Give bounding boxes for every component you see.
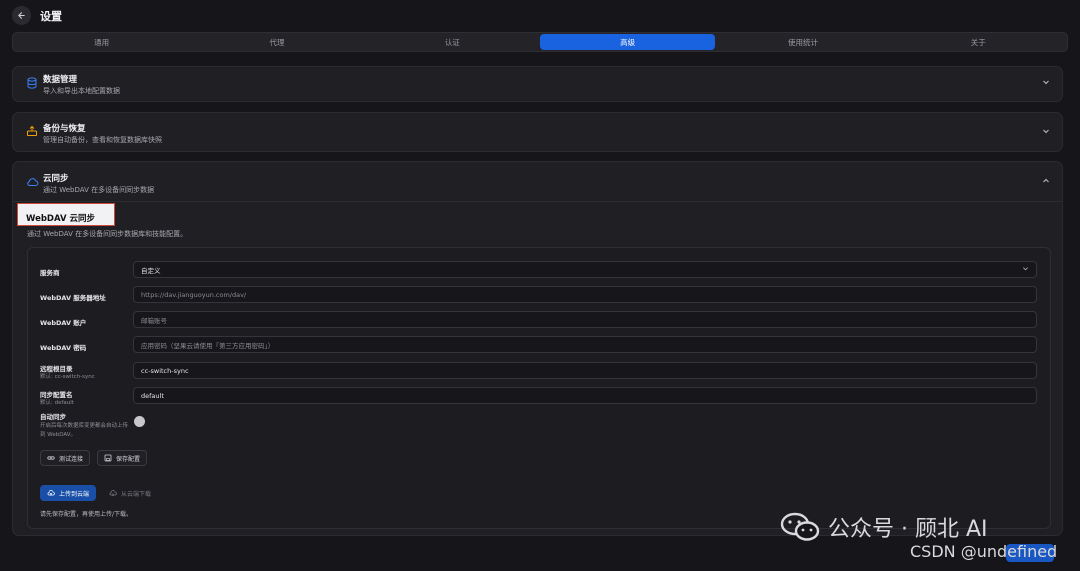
wechat-watermark-text: 公众号 · 顾北 AI xyxy=(828,517,988,542)
auto-sync-toggle[interactable] xyxy=(134,416,145,427)
chevron-down-icon[interactable] xyxy=(1042,127,1050,137)
wechat-icon xyxy=(780,512,820,541)
section-data-management[interactable]: 数据管理 导入和导出本地配置数据 xyxy=(12,66,1063,102)
database-icon xyxy=(25,76,39,90)
cloud-icon xyxy=(25,175,39,189)
auto-sync-label: 自动同步 xyxy=(40,413,66,421)
section-title: 云同步 xyxy=(43,174,69,184)
backup-icon xyxy=(25,124,39,138)
header: 设置 xyxy=(0,0,1080,30)
section-cloud-sync: 云同步 通过 WebDAV 在多设备间同步数据 WebDAV 云同步 通过 We… xyxy=(12,161,1063,536)
link-icon xyxy=(47,456,55,460)
auto-sync-desc-line1: 开启后每次数据库变更都会自动上传 xyxy=(40,423,129,429)
webdav-form: 服务商 自定义 WebDAV 服务器地址 https://dav.jianguo… xyxy=(27,247,1051,529)
account-label: WebDAV 账户 xyxy=(40,319,87,327)
chevron-down-icon xyxy=(1022,265,1029,274)
chevron-up-icon[interactable] xyxy=(1042,177,1050,187)
password-input[interactable]: 应用密码（坚果云请使用「第三方应用密码」） xyxy=(133,336,1037,353)
tab-usage-stats[interactable]: 使用统计 xyxy=(715,34,890,50)
back-button[interactable] xyxy=(12,6,31,25)
section-header[interactable]: 云同步 通过 WebDAV 在多设备间同步数据 xyxy=(13,162,1062,202)
section-backup-restore[interactable]: 备份与恢复 管理自动备份，查看和恢复数据库快照 xyxy=(12,112,1063,152)
webdav-title: WebDAV 云同步 xyxy=(26,214,96,224)
account-input[interactable]: 邮箱账号 xyxy=(133,311,1037,328)
chevron-down-icon[interactable] xyxy=(1042,78,1050,88)
sync-hint: 请先保存配置，再使用上传/下载。 xyxy=(40,511,133,518)
cloud-download-icon xyxy=(109,490,117,497)
save-config-label: 保存配置 xyxy=(116,455,141,463)
tab-proxy[interactable]: 代理 xyxy=(189,34,364,50)
server-label: WebDAV 服务器地址 xyxy=(40,294,106,302)
save-config-button[interactable]: 保存配置 xyxy=(97,450,148,466)
tab-auth[interactable]: 认证 xyxy=(365,34,540,50)
test-connection-label: 测试连接 xyxy=(59,455,84,463)
section-description: 导入和导出本地配置数据 xyxy=(43,87,120,95)
page-title: 设置 xyxy=(40,10,62,23)
server-input[interactable]: https://dav.jianguoyun.com/dav/ xyxy=(133,286,1037,303)
remote-dir-default: 默认: cc-switch-sync xyxy=(40,374,95,380)
profile-default: 默认: default xyxy=(40,400,74,406)
test-connection-button[interactable]: 测试连接 xyxy=(40,450,91,466)
profile-input[interactable]: default xyxy=(133,387,1037,404)
provider-select[interactable]: 自定义 xyxy=(133,261,1037,278)
provider-value: 自定义 xyxy=(141,266,161,275)
section-title: 备份与恢复 xyxy=(43,124,86,134)
auto-sync-desc-line2: 到 WebDAV。 xyxy=(40,432,77,438)
csdn-watermark: CSDN @undefined xyxy=(910,542,1058,561)
provider-label: 服务商 xyxy=(40,269,60,277)
section-description: 通过 WebDAV 在多设备间同步数据 xyxy=(43,186,155,194)
cloud-upload-icon xyxy=(47,490,55,496)
section-title: 数据管理 xyxy=(43,75,78,85)
password-label: WebDAV 密码 xyxy=(40,344,87,352)
tab-about[interactable]: 关于 xyxy=(891,34,1066,50)
section-description: 管理自动备份，查看和恢复数据库快照 xyxy=(43,136,162,144)
tab-general[interactable]: 通用 xyxy=(14,34,189,50)
upload-button[interactable]: 上传到云端 xyxy=(40,485,97,501)
download-label: 从云端下载 xyxy=(121,490,152,498)
wechat-watermark: 公众号 · 顾北 AI xyxy=(780,511,988,543)
upload-label: 上传到云端 xyxy=(59,490,90,498)
webdav-description: 通过 WebDAV 在多设备间同步数据库和技能配置。 xyxy=(27,230,188,238)
tab-advanced[interactable]: 高级 xyxy=(539,34,716,50)
arrow-left-icon xyxy=(18,12,25,19)
settings-tabs: 通用 代理 认证 高级 使用统计 关于 xyxy=(12,32,1068,52)
download-button[interactable]: 从云端下载 xyxy=(102,485,158,501)
save-icon xyxy=(104,454,112,462)
remote-dir-input[interactable]: cc-switch-sync xyxy=(133,362,1037,379)
